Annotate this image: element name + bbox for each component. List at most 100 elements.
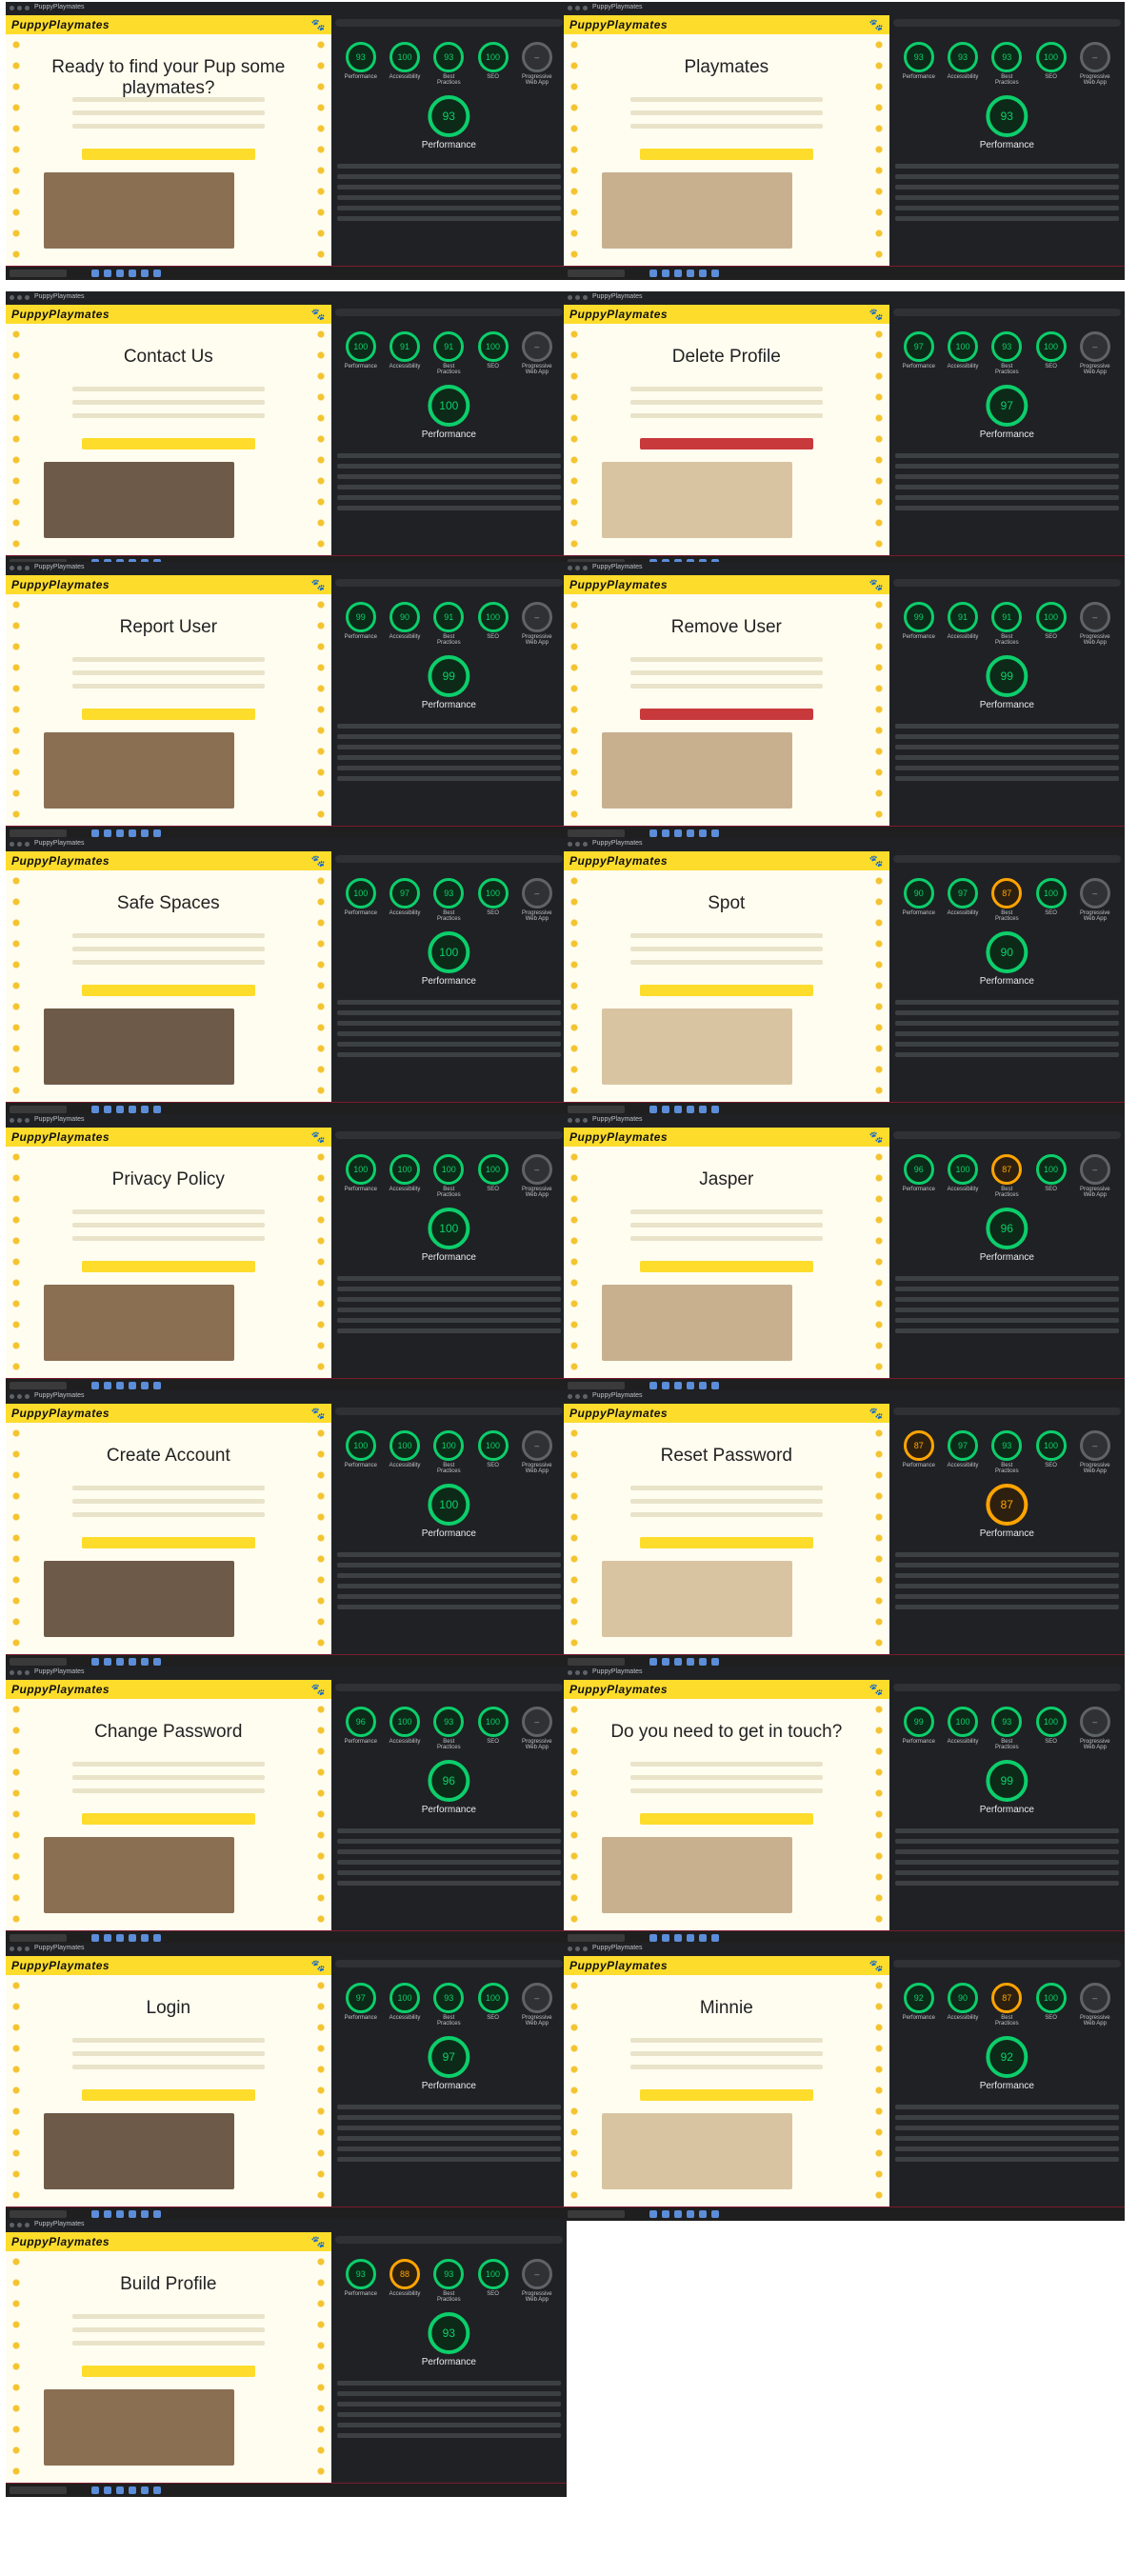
site-logo[interactable]: PuppyPlaymates [11,18,110,31]
paw-icon[interactable]: 🐾 [311,578,326,591]
taskbar-search[interactable] [568,2210,625,2218]
window-controls[interactable] [10,2223,30,2227]
paw-icon[interactable]: 🐾 [869,578,884,591]
action-button[interactable] [640,1261,813,1272]
site-logo[interactable]: PuppyPlaymates [569,18,668,31]
action-button[interactable] [82,149,255,160]
taskbar-search[interactable] [10,829,67,837]
report-url-bar[interactable] [892,1684,1121,1691]
action-button[interactable] [640,709,813,720]
browser-tab-title[interactable]: PuppyPlaymates [34,564,85,570]
site-logo[interactable]: PuppyPlaymates [11,1130,110,1144]
site-logo[interactable]: PuppyPlaymates [569,1130,668,1144]
window-controls[interactable] [568,1947,588,1951]
taskbar-search[interactable] [10,1658,67,1666]
browser-tab-title[interactable]: PuppyPlaymates [592,564,643,570]
paw-icon[interactable]: 🐾 [869,1959,884,1972]
taskbar-apps[interactable] [91,829,161,837]
taskbar-apps[interactable] [91,2210,161,2218]
site-logo[interactable]: PuppyPlaymates [569,1407,668,1420]
report-url-bar[interactable] [334,1408,563,1415]
site-logo[interactable]: PuppyPlaymates [11,1407,110,1420]
site-logo[interactable]: PuppyPlaymates [569,1683,668,1696]
action-button[interactable] [82,438,255,449]
browser-tab-title[interactable]: PuppyPlaymates [592,840,643,847]
window-controls[interactable] [10,295,30,300]
window-controls[interactable] [568,295,588,300]
report-url-bar[interactable] [334,2236,563,2244]
action-button[interactable] [640,1813,813,1825]
paw-icon[interactable]: 🐾 [869,308,884,321]
action-button[interactable] [82,2366,255,2377]
browser-tab-title[interactable]: PuppyPlaymates [34,293,85,300]
site-logo[interactable]: PuppyPlaymates [569,854,668,868]
taskbar-search[interactable] [568,829,625,837]
browser-tab-title[interactable]: PuppyPlaymates [592,293,643,300]
action-button[interactable] [640,2089,813,2101]
window-controls[interactable] [568,1394,588,1399]
taskbar-apps[interactable] [91,270,161,277]
paw-icon[interactable]: 🐾 [311,1130,326,1144]
action-button[interactable] [640,149,813,160]
report-url-bar[interactable] [334,1960,563,1967]
report-url-bar[interactable] [892,855,1121,863]
taskbar-apps[interactable] [649,1106,719,1113]
paw-icon[interactable]: 🐾 [311,18,326,31]
action-button[interactable] [82,1261,255,1272]
report-url-bar[interactable] [892,19,1121,27]
paw-icon[interactable]: 🐾 [869,1407,884,1420]
report-url-bar[interactable] [892,309,1121,316]
paw-icon[interactable]: 🐾 [869,854,884,868]
taskbar-search[interactable] [10,1106,67,1113]
paw-icon[interactable]: 🐾 [869,18,884,31]
window-controls[interactable] [10,1670,30,1675]
site-logo[interactable]: PuppyPlaymates [11,854,110,868]
taskbar-search[interactable] [568,1658,625,1666]
window-controls[interactable] [568,566,588,570]
paw-icon[interactable]: 🐾 [869,1683,884,1696]
report-url-bar[interactable] [334,579,563,587]
site-logo[interactable]: PuppyPlaymates [569,308,668,321]
taskbar-apps[interactable] [649,829,719,837]
taskbar-apps[interactable] [649,1658,719,1666]
taskbar-apps[interactable] [91,2486,161,2494]
paw-icon[interactable]: 🐾 [311,1407,326,1420]
action-button[interactable] [82,709,255,720]
window-controls[interactable] [10,1947,30,1951]
browser-tab-title[interactable]: PuppyPlaymates [592,1945,643,1951]
site-logo[interactable]: PuppyPlaymates [11,2235,110,2248]
paw-icon[interactable]: 🐾 [869,1130,884,1144]
site-logo[interactable]: PuppyPlaymates [11,1683,110,1696]
taskbar-search[interactable] [10,2486,67,2494]
taskbar-search[interactable] [10,1934,67,1942]
report-url-bar[interactable] [334,309,563,316]
site-logo[interactable]: PuppyPlaymates [11,1959,110,1972]
taskbar-apps[interactable] [649,1382,719,1389]
browser-tab-title[interactable]: PuppyPlaymates [34,840,85,847]
taskbar-search[interactable] [568,1106,625,1113]
site-logo[interactable]: PuppyPlaymates [11,308,110,321]
browser-tab-title[interactable]: PuppyPlaymates [34,1116,85,1123]
paw-icon[interactable]: 🐾 [311,1683,326,1696]
window-controls[interactable] [10,6,30,10]
browser-tab-title[interactable]: PuppyPlaymates [34,2221,85,2227]
report-url-bar[interactable] [892,1408,1121,1415]
report-url-bar[interactable] [892,579,1121,587]
action-button[interactable] [82,2089,255,2101]
taskbar-apps[interactable] [649,270,719,277]
action-button[interactable] [82,1813,255,1825]
window-controls[interactable] [568,1118,588,1123]
paw-icon[interactable]: 🐾 [311,308,326,321]
paw-icon[interactable]: 🐾 [311,1959,326,1972]
taskbar-search[interactable] [568,1934,625,1942]
paw-icon[interactable]: 🐾 [311,854,326,868]
browser-tab-title[interactable]: PuppyPlaymates [34,1392,85,1399]
action-button[interactable] [640,985,813,996]
browser-tab-title[interactable]: PuppyPlaymates [592,1392,643,1399]
site-logo[interactable]: PuppyPlaymates [569,1959,668,1972]
window-controls[interactable] [10,842,30,847]
window-controls[interactable] [568,1670,588,1675]
action-button[interactable] [82,985,255,996]
taskbar-apps[interactable] [91,1658,161,1666]
window-controls[interactable] [10,1394,30,1399]
